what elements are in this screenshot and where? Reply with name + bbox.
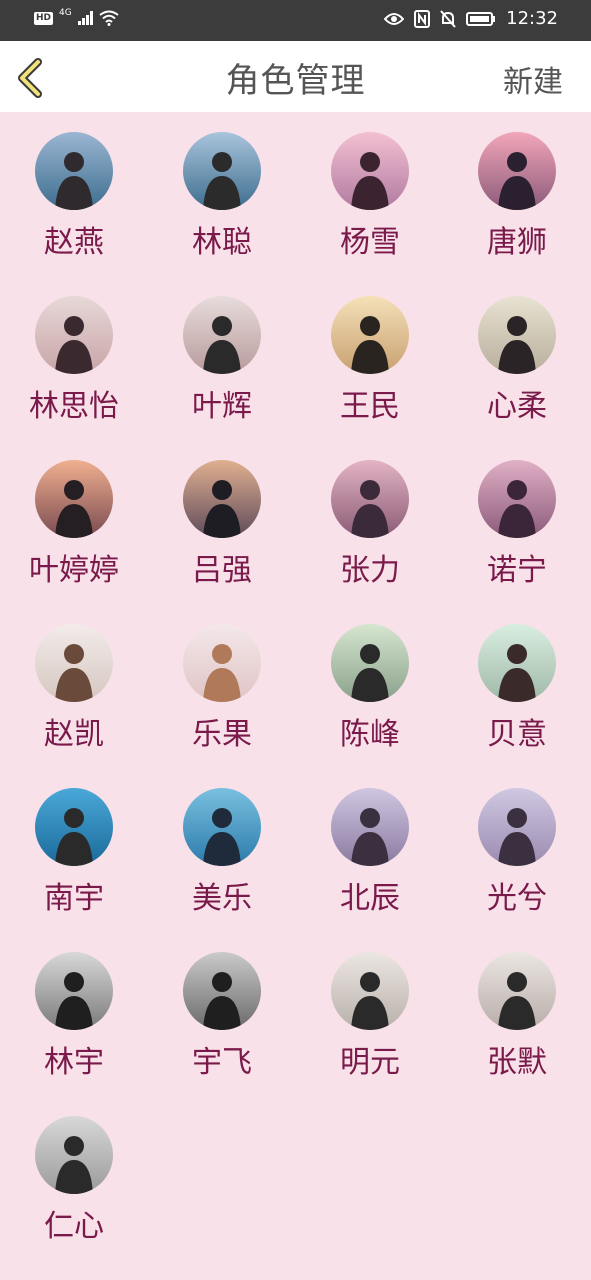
- avatar[interactable]: [183, 952, 261, 1030]
- role-name: 美乐: [192, 881, 252, 916]
- role-item[interactable]: 光兮: [443, 768, 591, 918]
- role-item[interactable]: 林聪: [148, 112, 296, 262]
- role-item[interactable]: 赵燕: [0, 112, 148, 262]
- role-name: 仁心: [44, 1209, 104, 1244]
- avatar[interactable]: [331, 132, 409, 210]
- avatar[interactable]: [331, 788, 409, 866]
- role-name: 南宇: [44, 881, 104, 916]
- role-item[interactable]: 叶婷婷: [0, 440, 148, 590]
- network-type: 4G: [59, 7, 72, 18]
- role-name: 光兮: [487, 881, 547, 916]
- avatar[interactable]: [35, 296, 113, 374]
- avatar[interactable]: [331, 296, 409, 374]
- role-item[interactable]: 仁心: [0, 1096, 148, 1246]
- role-name: 张力: [340, 553, 400, 588]
- role-item[interactable]: 陈峰: [296, 604, 444, 754]
- avatar[interactable]: [478, 624, 556, 702]
- role-name: 赵凯: [44, 717, 104, 752]
- avatar[interactable]: [478, 952, 556, 1030]
- role-name: 乐果: [192, 717, 252, 752]
- role-name: 叶辉: [192, 389, 252, 424]
- role-item[interactable]: 北辰: [296, 768, 444, 918]
- role-name: 吕强: [192, 553, 252, 588]
- role-name: 杨雪: [340, 225, 400, 260]
- avatar[interactable]: [35, 624, 113, 702]
- role-item[interactable]: 杨雪: [296, 112, 444, 262]
- role-item[interactable]: 张力: [296, 440, 444, 590]
- role-name: 宇飞: [192, 1045, 252, 1080]
- role-item[interactable]: 叶辉: [148, 276, 296, 426]
- role-name: 林宇: [44, 1045, 104, 1080]
- avatar[interactable]: [478, 788, 556, 866]
- avatar[interactable]: [331, 624, 409, 702]
- avatar[interactable]: [478, 460, 556, 538]
- status-bar: HD 4G 12:32: [0, 0, 591, 41]
- role-name: 唐狮: [487, 225, 547, 260]
- avatar[interactable]: [35, 788, 113, 866]
- role-item[interactable]: 吕强: [148, 440, 296, 590]
- signal-icon: [77, 11, 93, 25]
- eye-icon: [384, 12, 405, 25]
- nfc-icon: [414, 9, 431, 28]
- role-item[interactable]: 唐狮: [443, 112, 591, 262]
- role-name: 张默: [487, 1045, 547, 1080]
- avatar[interactable]: [35, 460, 113, 538]
- role-item[interactable]: 乐果: [148, 604, 296, 754]
- avatar[interactable]: [35, 952, 113, 1030]
- wifi-icon: [99, 10, 119, 26]
- role-name: 诺宁: [487, 553, 547, 588]
- new-button[interactable]: 新建: [503, 57, 563, 101]
- role-name: 赵燕: [44, 225, 104, 260]
- role-name: 王民: [340, 389, 400, 424]
- role-name: 贝意: [487, 717, 547, 752]
- role-item[interactable]: 南宇: [0, 768, 148, 918]
- role-name: 林聪: [192, 225, 252, 260]
- role-name: 明元: [340, 1045, 400, 1080]
- avatar[interactable]: [183, 624, 261, 702]
- avatar[interactable]: [331, 952, 409, 1030]
- role-item[interactable]: 明元: [296, 932, 444, 1082]
- role-item[interactable]: 美乐: [148, 768, 296, 918]
- hd-icon: HD: [34, 11, 54, 25]
- role-item[interactable]: 宇飞: [148, 932, 296, 1082]
- role-name: 心柔: [487, 389, 547, 424]
- avatar[interactable]: [35, 1116, 113, 1194]
- avatar[interactable]: [35, 132, 113, 210]
- role-item[interactable]: 王民: [296, 276, 444, 426]
- battery-icon: [466, 11, 496, 26]
- role-item[interactable]: 林思怡: [0, 276, 148, 426]
- role-name: 北辰: [340, 881, 400, 916]
- role-item[interactable]: 贝意: [443, 604, 591, 754]
- role-name: 林思怡: [29, 389, 119, 424]
- avatar[interactable]: [331, 460, 409, 538]
- avatar[interactable]: [478, 132, 556, 210]
- avatar[interactable]: [183, 460, 261, 538]
- mute-bell-icon: [440, 9, 456, 28]
- avatar[interactable]: [183, 788, 261, 866]
- clock: 12:32: [506, 8, 558, 29]
- role-item[interactable]: 张默: [443, 932, 591, 1082]
- role-item[interactable]: 赵凯: [0, 604, 148, 754]
- title-bar: 角色管理 新建: [0, 41, 591, 112]
- role-item[interactable]: 诺宁: [443, 440, 591, 590]
- role-name: 陈峰: [340, 717, 400, 752]
- role-item[interactable]: 心柔: [443, 276, 591, 426]
- avatar[interactable]: [183, 132, 261, 210]
- avatar[interactable]: [478, 296, 556, 374]
- role-name: 叶婷婷: [29, 553, 119, 588]
- avatar[interactable]: [183, 296, 261, 374]
- role-item[interactable]: 林宇: [0, 932, 148, 1082]
